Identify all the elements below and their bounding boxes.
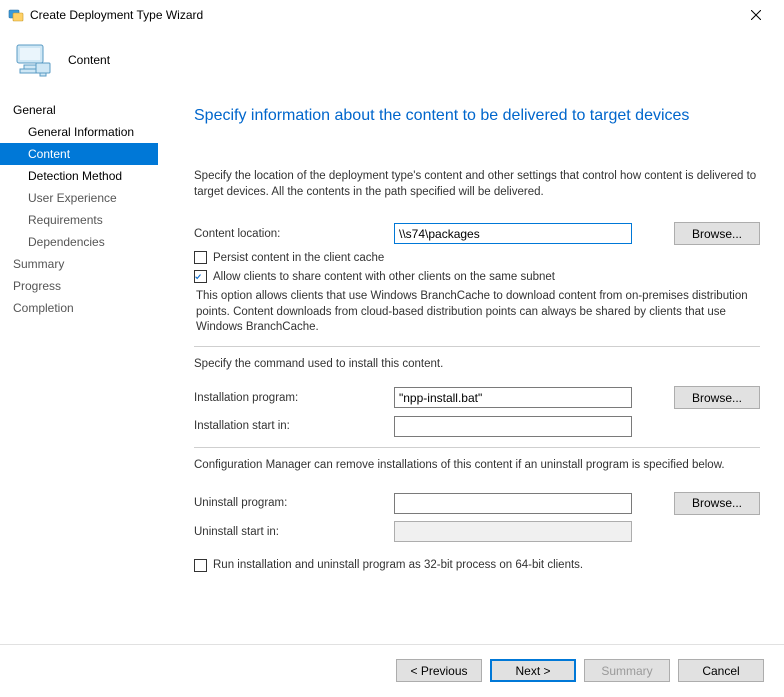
run32-checkbox[interactable] xyxy=(194,559,207,572)
content-header-icon xyxy=(12,39,54,81)
sidebar-item-general[interactable]: General xyxy=(0,99,158,121)
header-band: Content xyxy=(0,30,784,89)
persist-label: Persist content in the client cache xyxy=(213,252,384,264)
install-cmd-desc: Specify the command used to install this… xyxy=(194,357,760,373)
wizard-footer: < Previous Next > Summary Cancel xyxy=(0,644,784,696)
close-icon xyxy=(751,10,761,20)
sidebar-item-summary[interactable]: Summary xyxy=(0,253,158,275)
uninstall-program-input[interactable] xyxy=(394,493,632,514)
wizard-app-icon xyxy=(8,7,24,23)
allow-share-checkbox[interactable] xyxy=(194,270,207,283)
allow-share-checkbox-row[interactable]: Allow clients to share content with othe… xyxy=(194,270,760,283)
sidebar-item-general-information[interactable]: General Information xyxy=(0,121,158,143)
uninstall-start-input[interactable] xyxy=(394,521,632,542)
divider-1 xyxy=(194,346,760,347)
summary-button[interactable]: Summary xyxy=(584,659,670,682)
titlebar: Create Deployment Type Wizard xyxy=(0,0,784,30)
sidebar-item-completion[interactable]: Completion xyxy=(0,297,158,319)
persist-checkbox[interactable] xyxy=(194,251,207,264)
content-location-input[interactable] xyxy=(394,223,632,244)
intro-text: Specify the location of the deployment t… xyxy=(194,169,760,200)
install-start-label: Installation start in: xyxy=(194,420,394,432)
uninstall-start-label: Uninstall start in: xyxy=(194,526,394,538)
run32-checkbox-row[interactable]: Run installation and uninstall program a… xyxy=(194,559,760,572)
sidebar-item-detection-method[interactable]: Detection Method xyxy=(0,165,158,187)
header-page-label: Content xyxy=(68,53,110,67)
persist-checkbox-row[interactable]: Persist content in the client cache xyxy=(194,251,760,264)
branchcache-note: This option allows clients that use Wind… xyxy=(196,289,760,336)
run32-label: Run installation and uninstall program a… xyxy=(213,559,583,571)
allow-share-label: Allow clients to share content with othe… xyxy=(213,271,555,283)
page-heading: Specify information about the content to… xyxy=(194,107,760,125)
divider-2 xyxy=(194,447,760,448)
content-location-browse-button[interactable]: Browse... xyxy=(674,222,760,245)
cancel-button[interactable]: Cancel xyxy=(678,659,764,682)
install-program-input[interactable] xyxy=(394,387,632,408)
previous-button[interactable]: < Previous xyxy=(396,659,482,682)
sidebar-item-requirements[interactable]: Requirements xyxy=(0,209,158,231)
wizard-sidebar: General General Information Content Dete… xyxy=(0,89,158,644)
sidebar-item-progress[interactable]: Progress xyxy=(0,275,158,297)
sidebar-item-dependencies[interactable]: Dependencies xyxy=(0,231,158,253)
install-start-input[interactable] xyxy=(394,416,632,437)
install-program-label: Installation program: xyxy=(194,392,394,404)
sidebar-item-content[interactable]: Content xyxy=(0,143,158,165)
next-button[interactable]: Next > xyxy=(490,659,576,682)
close-button[interactable] xyxy=(736,1,776,29)
content-location-label: Content location: xyxy=(194,228,394,240)
uninstall-program-browse-button[interactable]: Browse... xyxy=(674,492,760,515)
install-program-browse-button[interactable]: Browse... xyxy=(674,386,760,409)
window-title: Create Deployment Type Wizard xyxy=(30,8,736,22)
uninstall-desc: Configuration Manager can remove install… xyxy=(194,458,760,474)
sidebar-item-user-experience[interactable]: User Experience xyxy=(0,187,158,209)
content-pane: Specify information about the content to… xyxy=(158,89,784,644)
uninstall-program-label: Uninstall program: xyxy=(194,497,394,509)
